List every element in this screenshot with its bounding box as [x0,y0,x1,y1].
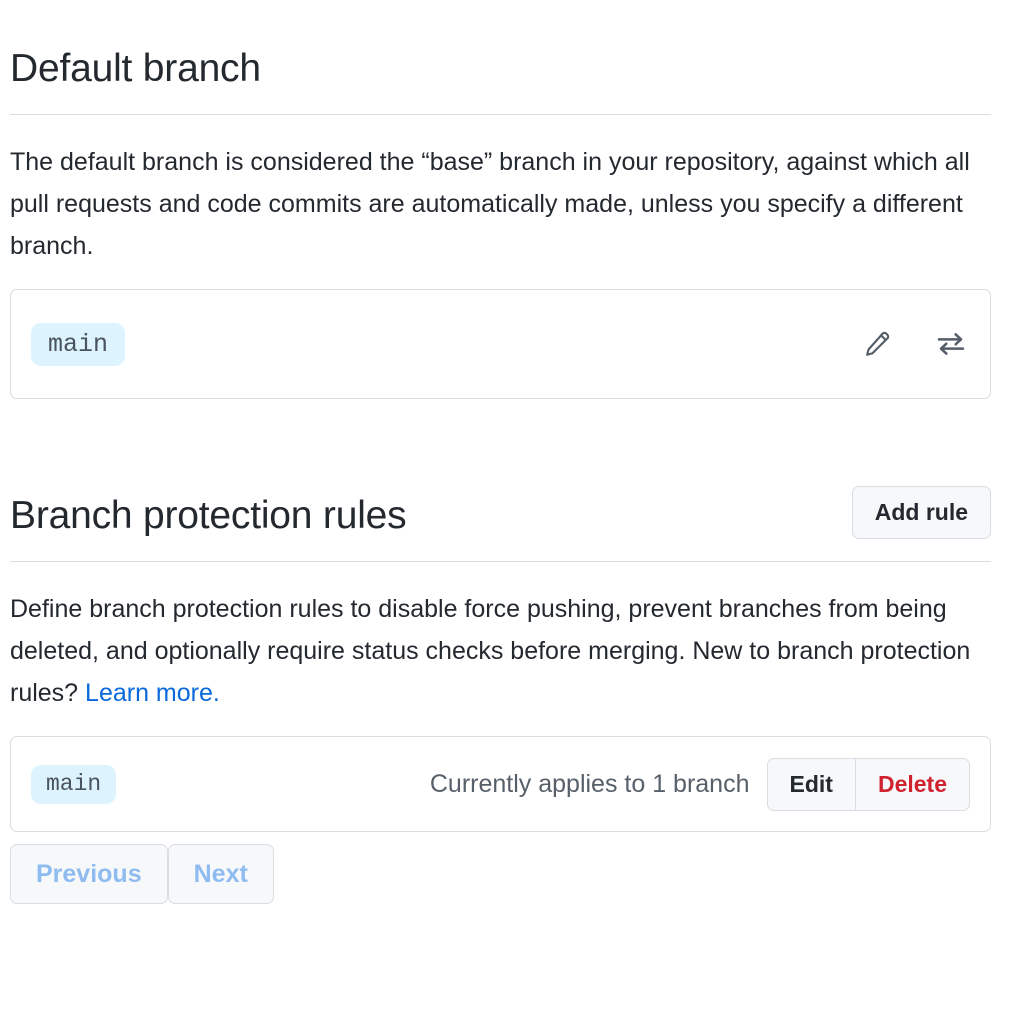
learn-more-link[interactable]: Learn more. [85,679,220,707]
rule-applies-to-text: Currently applies to 1 branch [429,769,750,798]
branch-protection-title: Branch protection rules [10,494,407,538]
branch-protection-description: Define branch protection rules to disabl… [10,588,972,714]
swap-arrows-icon[interactable] [934,327,968,361]
branch-protection-rule-row: main Currently applies to 1 branch Edit … [10,736,991,832]
pagination: Previous Next [10,844,274,904]
default-branch-header: Default branch [10,30,991,92]
add-rule-button[interactable]: Add rule [851,486,991,539]
default-branch-badge: main [31,322,126,366]
next-page-button[interactable]: Next [167,844,274,904]
previous-page-button[interactable]: Previous [10,844,168,904]
rule-button-group: Edit Delete [766,757,970,811]
default-branch-description: The default branch is considered the “ba… [10,148,970,260]
page-title: Default branch [10,47,261,91]
branch-protection-header: Branch protection rules Add rule [10,477,991,539]
default-branch-actions [860,327,968,361]
default-branch-card: main [10,289,991,399]
rule-actions: Currently applies to 1 branch Edit Delet… [429,757,970,811]
rule-pattern-badge: main [31,764,117,804]
edit-rule-button[interactable]: Edit [766,757,856,811]
branch-settings-page: Default branch The default branch is con… [0,0,1020,1018]
pencil-icon[interactable] [860,327,894,361]
delete-rule-button[interactable]: Delete [855,757,970,811]
